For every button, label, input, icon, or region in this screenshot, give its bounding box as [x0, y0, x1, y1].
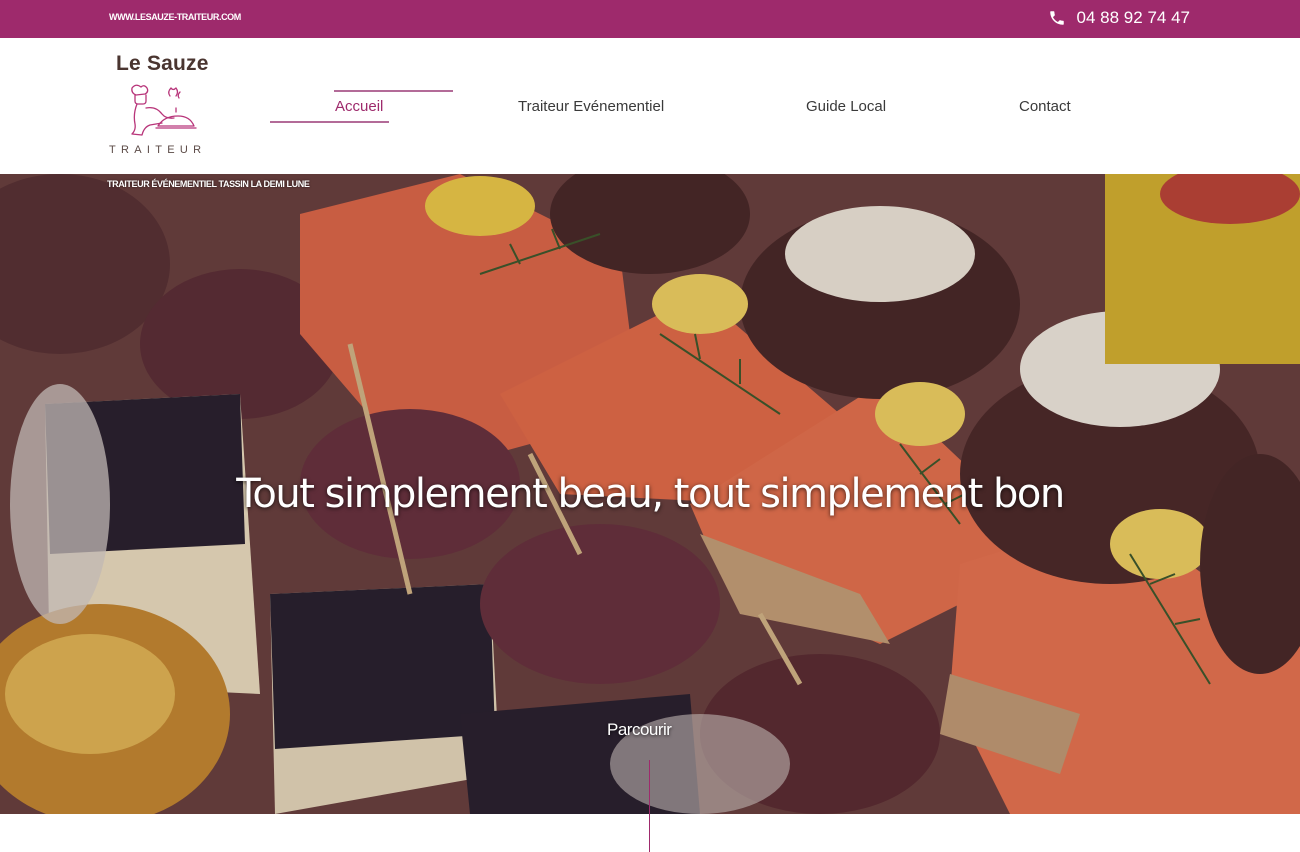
hero-headline: Tout simplement beau, tout simplement bo…: [236, 471, 1065, 517]
top-bar: WWW.LESAUZE-TRAITEUR.COM 04 88 92 74 47: [0, 0, 1300, 38]
browse-link[interactable]: Parcourir: [607, 720, 672, 740]
nav-item-contact[interactable]: Contact: [1019, 98, 1071, 115]
nav-item-accueil[interactable]: Accueil: [335, 98, 383, 115]
breadcrumb: TRAITEUR ÉVÉNEMENTIEL TASSIN LA DEMI LUN…: [107, 179, 310, 189]
site-header: Le Sauze TRAITEUR Accueil Traiteur Evéne…: [0, 38, 1300, 174]
phone-icon: [1049, 11, 1064, 25]
logo-brand: Le Sauze: [116, 52, 209, 75]
phone-contact[interactable]: 04 88 92 74 47: [1048, 8, 1190, 28]
nav-item-guide-local[interactable]: Guide Local: [806, 98, 886, 115]
hero-banner: TRAITEUR ÉVÉNEMENTIEL TASSIN LA DEMI LUN…: [0, 174, 1300, 814]
nav-item-traiteur-evenementiel[interactable]: Traiteur Evénementiel: [518, 98, 664, 115]
chef-logo-icon: [131, 84, 197, 136]
scroll-indicator-line: [649, 760, 650, 852]
logo-subtitle: TRAITEUR: [109, 144, 207, 156]
website-link[interactable]: WWW.LESAUZE-TRAITEUR.COM: [109, 12, 241, 22]
phone-number: 04 88 92 74 47: [1076, 8, 1190, 27]
nav-active-line-bottom: [270, 121, 389, 123]
nav-active-line-top: [334, 90, 453, 92]
site-logo[interactable]: Le Sauze TRAITEUR: [100, 46, 230, 166]
